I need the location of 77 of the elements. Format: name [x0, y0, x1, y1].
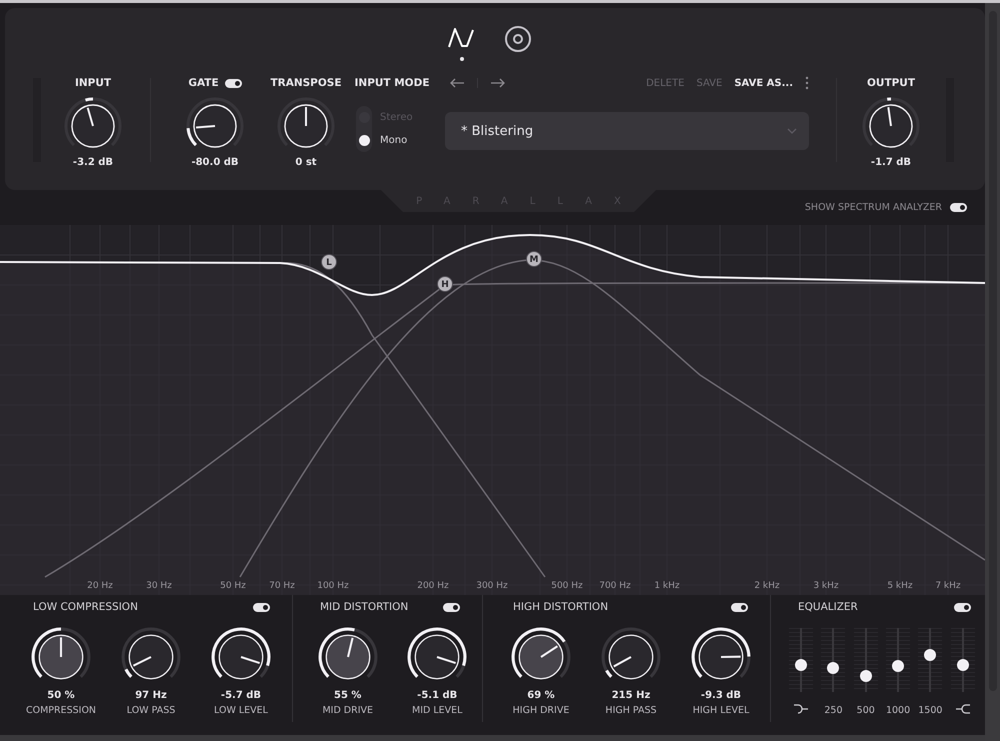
- knob-label: LOW LEVEL: [214, 705, 268, 716]
- eq-band-label: 250: [824, 705, 843, 716]
- knob-value: 50 %: [47, 690, 75, 701]
- frequency-label: 200 Hz: [416, 581, 450, 591]
- low-shelf-icon: [793, 704, 810, 714]
- band-handle[interactable]: L: [321, 254, 337, 270]
- knob-label: TRANSPOSE: [270, 76, 342, 90]
- section-title: LOW COMPRESSION: [33, 601, 138, 613]
- knob-value: -9.3 dB: [700, 690, 742, 701]
- knob-value: 0 st: [295, 157, 317, 168]
- frequency-label: 500 Hz: [550, 581, 584, 591]
- section-toggle[interactable]: [731, 602, 748, 612]
- knob-value: -80.0 dB: [191, 157, 239, 168]
- knob-value: -3.2 dB: [72, 157, 114, 168]
- knob-label: OUTPUT: [867, 76, 915, 90]
- slider-thumb[interactable]: [795, 659, 808, 672]
- knob-label: HIGH LEVEL: [692, 705, 750, 716]
- preset-action-button[interactable]: SAVE AS...: [734, 78, 793, 88]
- knob-label: MID DRIVE: [322, 705, 374, 716]
- mode-radio[interactable]: [358, 135, 370, 146]
- knob-label: MID LEVEL: [412, 705, 462, 716]
- knob-label: HIGH DRIVE: [512, 705, 570, 716]
- frequency-label: 3 kHz: [812, 581, 840, 591]
- knob-value: -1.7 dB: [870, 157, 912, 168]
- frequency-label: 300 Hz: [475, 581, 509, 591]
- selected-dot: [460, 57, 464, 61]
- knob-value: 69 %: [527, 690, 555, 701]
- knob-label: GATE: [188, 76, 219, 90]
- section-title: HIGH DISTORTION: [513, 601, 608, 613]
- frequency-label: 1 kHz: [653, 581, 681, 591]
- eq-band-label: 1000: [886, 705, 910, 716]
- slider-thumb[interactable]: [924, 648, 936, 661]
- section-toggle[interactable]: [253, 602, 270, 612]
- knob-label: INPUT: [74, 76, 112, 90]
- scrollbar[interactable]: [985, 3, 1000, 741]
- frequency-label: 50 Hz: [219, 581, 247, 591]
- frequency-label: 20 Hz: [86, 581, 114, 591]
- section-toggle[interactable]: [443, 602, 460, 612]
- slider-thumb[interactable]: [956, 659, 969, 672]
- preset-dropdown[interactable]: * Blistering: [445, 112, 809, 150]
- section-title: EQUALIZER: [798, 601, 858, 613]
- eq-band-label: 500: [856, 705, 875, 716]
- frequency-label: 30 Hz: [145, 581, 173, 591]
- frequency-label: 2 kHz: [753, 581, 781, 591]
- frequency-label: 5 kHz: [886, 581, 914, 591]
- gate-toggle[interactable]: [224, 78, 242, 88]
- mode-switch-track[interactable]: [356, 106, 372, 152]
- spectrum-toggle[interactable]: [950, 202, 967, 212]
- knob-label: COMPRESSION: [26, 705, 96, 716]
- section-title: MID DISTORTION: [320, 601, 408, 613]
- slider-thumb[interactable]: [860, 670, 872, 682]
- section-toggle[interactable]: [954, 602, 971, 612]
- high-shelf-icon: [954, 704, 971, 714]
- band-handle[interactable]: H: [437, 276, 453, 292]
- knob-value: -5.7 dB: [220, 690, 262, 701]
- knob-value: 55 %: [334, 690, 362, 701]
- knob-value: 97 Hz: [135, 690, 167, 701]
- frequency-label: 100 Hz: [316, 581, 350, 591]
- eq-band-label: 1500: [918, 705, 942, 716]
- input-mode-label: INPUT MODE: [354, 76, 430, 90]
- frequency-label: 7 kHz: [934, 581, 962, 591]
- knob-value: -5.1 dB: [417, 690, 458, 701]
- forward-arrow-icon[interactable]: [490, 78, 506, 88]
- slider-thumb[interactable]: [892, 660, 904, 672]
- slider-thumb[interactable]: [827, 662, 840, 674]
- mode-option[interactable]: Mono: [380, 129, 413, 152]
- chevron-down-icon: [787, 128, 797, 134]
- knob-label: HIGH PASS: [605, 705, 657, 716]
- knob-value: 215 Hz: [612, 690, 650, 701]
- frequency-label: 700 Hz: [598, 581, 632, 591]
- spectrum-analyzer-label: SHOW SPECTRUM ANALYZER: [804, 202, 942, 212]
- band-handle[interactable]: M: [526, 251, 542, 267]
- more-icon[interactable]: [805, 76, 809, 90]
- frequency-label: 70 Hz: [268, 581, 296, 591]
- knob-label: LOW PASS: [126, 705, 176, 716]
- back-arrow-icon[interactable]: [449, 78, 465, 88]
- target-icon: [504, 25, 532, 53]
